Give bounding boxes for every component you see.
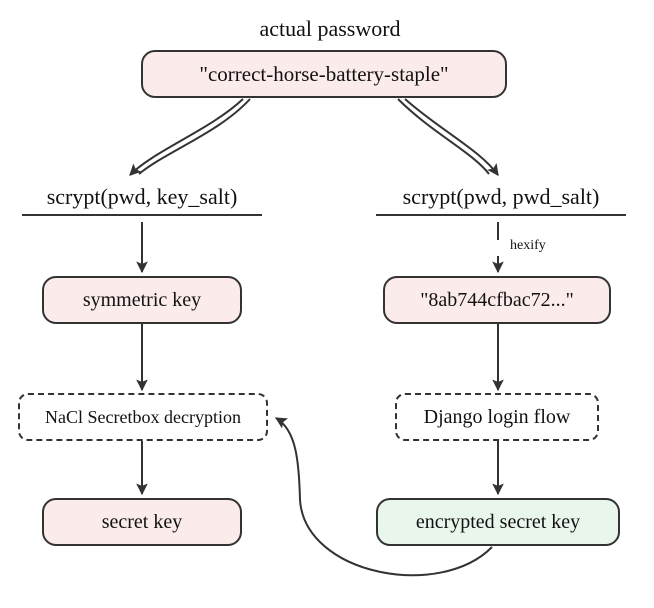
secret-key-node: secret key bbox=[42, 498, 242, 546]
hexify-label: hexify bbox=[510, 238, 566, 254]
title-label: actual password bbox=[220, 16, 440, 42]
left-scrypt-heading: scrypt(pwd, key_salt) bbox=[22, 184, 262, 216]
right-scrypt-heading: scrypt(pwd, pwd_salt) bbox=[376, 184, 626, 216]
diagram-stage: actual password "correct-horse-battery-s… bbox=[0, 0, 654, 608]
encrypted-key-node: encrypted secret key bbox=[376, 498, 620, 546]
nacl-decrypt-node: NaCl Secretbox decryption bbox=[18, 393, 268, 441]
password-node: "correct-horse-battery-staple" bbox=[141, 50, 507, 98]
hash-node: "8ab744cfbac72..." bbox=[383, 276, 611, 324]
django-flow-node: Django login flow bbox=[395, 393, 599, 441]
symmetric-key-node: symmetric key bbox=[42, 276, 242, 324]
